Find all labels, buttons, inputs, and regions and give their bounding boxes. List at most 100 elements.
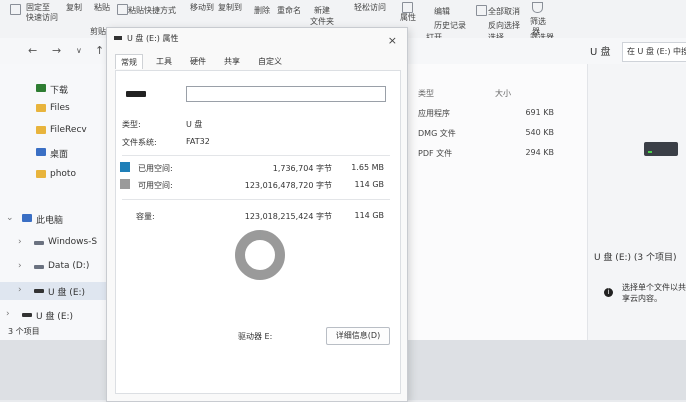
used-space-label: 已用空间: [138, 164, 173, 173]
usb-drive-icon [22, 313, 32, 317]
ribbon-item[interactable]: 历史记录 [434, 20, 466, 31]
usage-donut-chart [235, 230, 285, 280]
dialog-title: U 盘 (E:) 属性 [127, 34, 179, 43]
file-type: DMG 文件 [418, 129, 456, 138]
close-button[interactable]: × [388, 34, 397, 47]
volume-name-input[interactable] [186, 86, 386, 102]
details-title: U 盘 (E:) (3 个项目) [594, 253, 677, 263]
search-input[interactable]: 在 U 盘 (E:) 中搜索 [622, 42, 686, 62]
type-value: U 盘 [186, 120, 203, 129]
details-panel: U 盘 (E:) (3 个项目) i 选择单个文件以共享云内容。 [587, 64, 686, 344]
pin-icon[interactable] [10, 4, 21, 15]
divider [122, 199, 390, 200]
table-row[interactable]: 应用程序 691 KB [418, 108, 554, 119]
sidebar-item-label: 下载 [50, 86, 69, 96]
ribbon-item[interactable]: 删除 [254, 5, 270, 16]
ribbon-item[interactable]: 全部取消 [488, 6, 520, 17]
capacity-bytes: 123,018,215,424 字节 [244, 212, 332, 221]
sidebar-item[interactable]: FileRecv [0, 122, 106, 140]
file-size: 294 KB [525, 148, 554, 157]
capacity-size: 114 GB [354, 211, 385, 220]
table-row[interactable]: PDF 文件 294 KB [418, 148, 554, 159]
download-icon [36, 84, 46, 92]
chevron-down-icon[interactable]: ∨ [76, 46, 82, 55]
sidebar-item[interactable]: Files [0, 100, 106, 118]
tab-tools[interactable]: 工具 [151, 54, 177, 69]
used-space-bytes: 1,736,704 字节 [272, 164, 332, 173]
file-size: 540 KB [525, 128, 554, 137]
computer-icon [22, 214, 32, 222]
ribbon-item[interactable]: 轻松访问 [354, 2, 386, 13]
dialog-title-bar[interactable]: U 盘 (E:) 属性 × [107, 28, 407, 50]
ribbon-item[interactable]: 快速访问 [26, 12, 58, 23]
chevron-icon[interactable]: › [18, 261, 22, 271]
tab-general[interactable]: 常规 [115, 54, 143, 69]
search-placeholder: 在 U 盘 (E:) 中搜索 [627, 47, 686, 56]
desktop-icon [36, 148, 46, 156]
column-header-size[interactable]: 大小 [495, 88, 511, 99]
info-icon: i [604, 288, 613, 297]
sidebar-item-label: FileRecv [50, 125, 87, 135]
chevron-icon[interactable]: › [18, 237, 22, 247]
usb-drive-icon [114, 36, 122, 40]
details-hint: 选择单个文件以共享云内容。 [622, 283, 686, 303]
back-button[interactable]: ← [28, 44, 37, 57]
properties-dialog: U 盘 (E:) 属性 × 常规 工具 硬件 共享 自定义 类型: U 盘 文件… [106, 27, 408, 402]
sidebar-item-label: U 盘 (E:) [48, 288, 86, 298]
ribbon-item[interactable]: 移动到 [190, 2, 214, 13]
sidebar-item[interactable]: › U 盘 (E:) [0, 282, 106, 300]
divider [122, 155, 390, 156]
sidebar-item[interactable]: photo [0, 166, 106, 184]
chevron-icon[interactable]: › [18, 285, 22, 295]
type-label: 类型: [122, 120, 141, 129]
sidebar-item-label: Data (D:) [48, 261, 90, 271]
ribbon-item[interactable]: 复制到 [218, 2, 242, 13]
ribbon-item[interactable]: 复制 [66, 2, 82, 13]
free-space-size: 114 GB [354, 180, 385, 189]
filter-icon[interactable] [532, 2, 543, 13]
folder-icon [36, 104, 46, 112]
chevron-icon[interactable]: ⌄ [6, 213, 14, 223]
sidebar-item[interactable]: › Data (D:) [0, 258, 106, 276]
free-space-swatch [120, 179, 130, 189]
general-tab-panel: 类型: U 盘 文件系统: FAT32 已用空间: 1,736,704 字节 1… [115, 70, 401, 394]
disk-icon [34, 241, 44, 245]
drive-icon [126, 91, 146, 97]
select-all-icon[interactable] [476, 5, 487, 16]
sidebar-item[interactable]: › Windows-S [0, 234, 106, 252]
forward-button[interactable]: → [52, 44, 61, 57]
sidebar-item-label: 桌面 [50, 150, 69, 160]
chevron-icon[interactable]: › [6, 309, 10, 319]
details-button[interactable]: 详细信息(D) [326, 327, 390, 345]
sidebar-item-label: 此电脑 [36, 216, 64, 226]
ribbon-item[interactable]: 属性 [400, 12, 416, 23]
ribbon-item[interactable]: 重命名 [277, 5, 301, 16]
ribbon-item[interactable]: 反向选择 [488, 20, 520, 31]
sidebar-item[interactable]: 下载 [0, 80, 106, 98]
ribbon-item[interactable]: 新建 [314, 5, 330, 16]
ribbon-item[interactable]: 文件夹 [310, 16, 334, 27]
ribbon-item[interactable]: 编辑 [434, 6, 450, 17]
folder-icon [36, 126, 46, 134]
ribbon-item[interactable]: 粘贴快捷方式 [128, 5, 176, 16]
folder-icon [36, 170, 46, 178]
item-count: 3 个项目 [8, 327, 40, 336]
sidebar-item-label: Windows-S [48, 237, 98, 247]
sidebar-item[interactable]: ⌄ 此电脑 [0, 210, 106, 228]
table-row[interactable]: DMG 文件 540 KB [418, 128, 554, 139]
free-space-label: 可用空间: [138, 181, 173, 190]
sidebar-item[interactable]: 桌面 [0, 144, 106, 162]
file-type: PDF 文件 [418, 149, 453, 158]
ribbon-item[interactable]: 粘贴 [94, 2, 110, 13]
free-space-ring [235, 230, 285, 280]
capacity-label: 容量: [136, 212, 155, 221]
tab-sharing[interactable]: 共享 [219, 54, 245, 69]
column-header-type[interactable]: 类型 [418, 88, 434, 99]
tab-customize[interactable]: 自定义 [253, 54, 287, 69]
file-size: 691 KB [525, 108, 554, 117]
paste-shortcut-icon[interactable] [117, 4, 128, 15]
status-bar: 3 个项目 [0, 322, 100, 340]
tab-hardware[interactable]: 硬件 [185, 54, 211, 69]
breadcrumb[interactable]: U 盘 [590, 43, 611, 58]
up-button[interactable]: ↑ [95, 44, 104, 57]
